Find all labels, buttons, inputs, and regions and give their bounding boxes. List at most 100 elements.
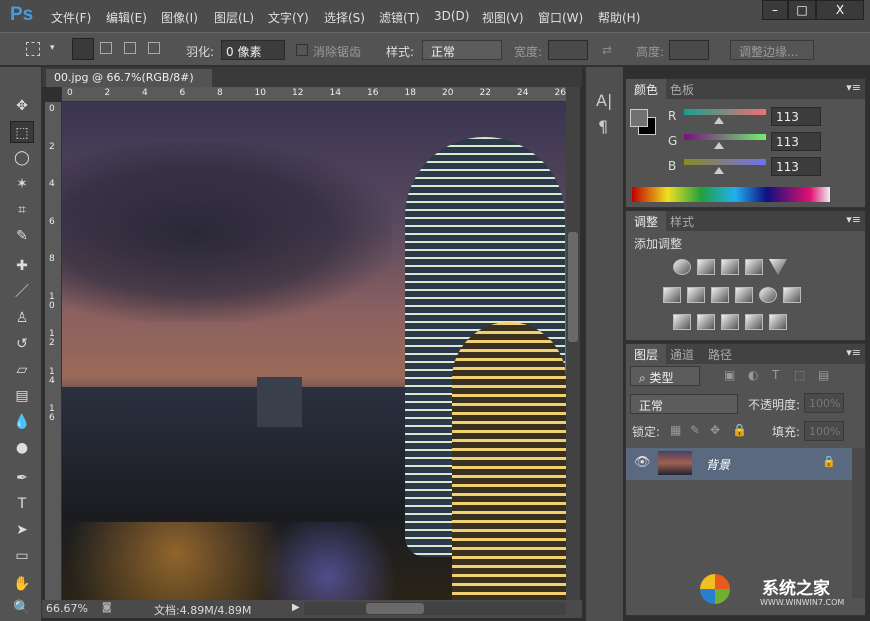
move-tool-icon[interactable]: ✥ — [10, 95, 34, 117]
visibility-eye-icon[interactable]: 👁 — [634, 455, 651, 470]
black-white-icon[interactable] — [711, 287, 729, 303]
feather-input[interactable]: 0 像素 — [221, 40, 285, 60]
gradient-tool-icon[interactable]: ▤ — [10, 385, 34, 407]
menu-filter[interactable]: 滤镜(T) — [379, 9, 420, 26]
menu-window[interactable]: 窗口(W) — [538, 9, 583, 26]
chevron-down-icon[interactable]: ▾ — [50, 43, 55, 53]
brush-tool-icon[interactable]: ／ — [10, 281, 34, 303]
menu-view[interactable]: 视图(V) — [482, 9, 524, 26]
zoom-level[interactable]: 66.67% — [46, 602, 88, 615]
eraser-icon[interactable]: ▱ — [10, 359, 34, 381]
canvas-image[interactable] — [62, 102, 566, 600]
tab-layers[interactable]: 图层 — [626, 344, 666, 364]
b-slider[interactable] — [684, 159, 766, 165]
color-lookup-icon[interactable] — [783, 287, 801, 303]
adjustment-filter-icon[interactable]: ◐ — [748, 368, 758, 382]
pen-tool-icon[interactable]: ✒ — [10, 467, 34, 489]
new-selection-icon[interactable] — [72, 38, 94, 60]
threshold-icon[interactable] — [721, 314, 739, 330]
tab-channels[interactable]: 通道 — [662, 344, 702, 364]
photo-filter-icon[interactable] — [735, 287, 753, 303]
menu-layer[interactable]: 图层(L) — [214, 9, 254, 26]
tab-paths[interactable]: 路径 — [700, 344, 740, 364]
swap-icon[interactable]: ⇄ — [602, 43, 612, 57]
tab-swatches[interactable]: 色板 — [662, 79, 702, 99]
menu-select[interactable]: 选择(S) — [324, 9, 365, 26]
shape-tool-icon[interactable]: ▭ — [10, 545, 34, 567]
healing-brush-icon[interactable]: ✚ — [10, 255, 34, 277]
menu-file[interactable]: 文件(F) — [51, 9, 91, 26]
menu-type[interactable]: 文字(Y) — [268, 9, 309, 26]
intersect-selection-icon[interactable] — [148, 42, 160, 54]
menu-3d[interactable]: 3D(D) — [434, 9, 469, 23]
panel-menu-icon[interactable]: ▾≡ — [846, 213, 861, 226]
g-thumb[interactable] — [714, 142, 724, 149]
channel-mixer-icon[interactable] — [759, 287, 777, 303]
vertical-scrollbar[interactable] — [566, 87, 580, 600]
opacity-input[interactable]: 100% — [804, 393, 844, 413]
menu-help[interactable]: 帮助(H) — [598, 9, 640, 26]
crop-tool-icon[interactable]: ⌗ — [10, 199, 34, 221]
g-input[interactable]: 113 — [771, 132, 821, 151]
r-thumb[interactable] — [714, 117, 724, 124]
tab-adjustments[interactable]: 调整 — [626, 211, 666, 231]
layer-filter-select[interactable]: ⌕ 类型 — [630, 366, 700, 386]
lasso-tool-icon[interactable]: ◯ — [10, 147, 34, 169]
marquee-tool-icon[interactable]: ⬚ — [10, 121, 34, 143]
horizontal-scrollbar[interactable] — [304, 602, 566, 615]
width-input[interactable] — [548, 40, 588, 60]
posterize-icon[interactable] — [697, 314, 715, 330]
hand-tool-icon[interactable]: ✋ — [10, 573, 34, 595]
levels-icon[interactable] — [697, 259, 715, 275]
menu-edit[interactable]: 编辑(E) — [106, 9, 147, 26]
lock-position-icon[interactable]: ✥ — [710, 423, 720, 437]
minimize-button[interactable]: – — [762, 0, 788, 20]
r-slider[interactable] — [684, 109, 766, 115]
b-thumb[interactable] — [714, 167, 724, 174]
layer-row-background[interactable]: 👁 背景 🔒 — [626, 448, 852, 480]
paragraph-panel-icon[interactable]: ¶ — [598, 117, 608, 136]
blur-tool-icon[interactable]: 💧 — [10, 411, 34, 433]
maximize-button[interactable]: □ — [788, 0, 816, 20]
color-spectrum[interactable] — [632, 187, 830, 202]
shape-filter-icon[interactable]: ⬚ — [794, 368, 805, 382]
panel-menu-icon[interactable]: ▾≡ — [846, 346, 861, 359]
foreground-color-swatch[interactable] — [630, 109, 648, 127]
tab-color[interactable]: 颜色 — [626, 79, 666, 99]
invert-icon[interactable] — [673, 314, 691, 330]
lock-transparent-icon[interactable]: ▦ — [670, 423, 681, 437]
magic-wand-icon[interactable]: ✶ — [10, 173, 34, 195]
status-menu-arrow-icon[interactable]: ▶ — [292, 602, 300, 613]
scroll-thumb[interactable] — [366, 603, 424, 614]
lock-pixels-icon[interactable]: ✎ — [690, 423, 700, 437]
history-brush-icon[interactable]: ↺ — [10, 333, 34, 355]
exposure-icon[interactable] — [745, 259, 763, 275]
b-input[interactable]: 113 — [771, 157, 821, 176]
scroll-thumb[interactable] — [568, 232, 578, 342]
blend-mode-select[interactable]: 正常 — [630, 394, 738, 414]
refine-edge-button[interactable]: 调整边缘... — [730, 40, 814, 60]
lock-all-icon[interactable]: 🔒 — [732, 423, 747, 437]
smart-object-filter-icon[interactable]: ▤ — [818, 368, 829, 382]
layer-name[interactable]: 背景 — [706, 456, 730, 473]
document-tab[interactable]: 00.jpg @ 66.7%(RGB/8#) × — [46, 69, 212, 87]
tab-styles[interactable]: 样式 — [662, 211, 702, 231]
panel-menu-icon[interactable]: ▾≡ — [846, 81, 861, 94]
hue-saturation-icon[interactable] — [663, 287, 681, 303]
brightness-icon[interactable] — [673, 259, 691, 275]
menu-image[interactable]: 图像(I) — [161, 9, 198, 26]
color-balance-icon[interactable] — [687, 287, 705, 303]
status-icon[interactable]: ◙ — [102, 602, 112, 613]
style-select[interactable]: 正常 — [422, 40, 502, 60]
fill-input[interactable]: 100% — [804, 421, 844, 441]
selective-color-icon[interactable] — [745, 314, 763, 330]
add-selection-icon[interactable] — [100, 42, 112, 54]
dodge-tool-icon[interactable]: ● — [10, 437, 34, 459]
height-input[interactable] — [669, 40, 709, 60]
vibrance-icon[interactable] — [769, 259, 787, 275]
eyedropper-icon[interactable]: ✎ — [10, 225, 34, 247]
stamp-tool-icon[interactable]: ♙ — [10, 307, 34, 329]
path-select-icon[interactable]: ➤ — [10, 519, 34, 541]
subtract-selection-icon[interactable] — [124, 42, 136, 54]
type-filter-icon[interactable]: T — [772, 368, 779, 382]
